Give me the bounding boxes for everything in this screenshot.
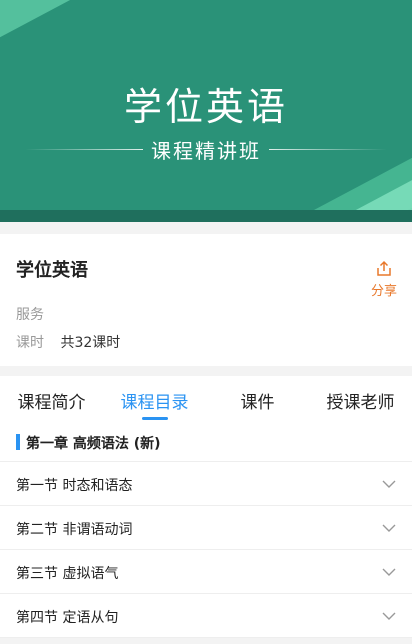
chevron-down-icon xyxy=(382,568,396,576)
chapter-title: 第一章 高频语法 (新) xyxy=(26,436,161,452)
banner-title: 学位英语 xyxy=(123,85,288,129)
course-info-card: 学位英语 分享 服务 课时 共32课时 xyxy=(0,234,412,366)
share-button[interactable]: 分享 xyxy=(370,260,398,299)
tab-teachers[interactable]: 授课老师 xyxy=(309,376,412,422)
banner-divider-left xyxy=(25,148,143,150)
chevron-down-icon xyxy=(382,612,396,620)
banner-bottom-band xyxy=(0,210,412,222)
banner-divider-right xyxy=(269,148,387,150)
section-title: 第一节 时态和语态 xyxy=(16,478,133,494)
tab-catalog[interactable]: 课程目录 xyxy=(103,376,206,422)
chapter-header[interactable]: 第一章 高频语法 (新) xyxy=(0,422,412,462)
course-tabs: 课程简介 课程目录 课件 授课老师 xyxy=(0,376,412,422)
banner-decoration xyxy=(0,0,88,43)
hours-value: 共32课时 xyxy=(60,335,121,351)
service-label: 服务 xyxy=(16,307,44,323)
banner-subtitle-wrap: 课程精讲班 xyxy=(0,136,412,163)
hours-label: 课时 xyxy=(16,335,44,351)
section-item[interactable]: 第三节 虚拟语气 xyxy=(0,550,412,594)
tab-courseware[interactable]: 课件 xyxy=(206,376,309,422)
share-label: 分享 xyxy=(370,284,397,299)
course-banner: 学位英语 课程精讲班 xyxy=(0,0,412,222)
section-title: 第四节 定语从句 xyxy=(16,610,119,626)
banner-subtitle: 课程精讲班 xyxy=(151,138,261,163)
section-title: 第二节 非谓语动词 xyxy=(16,522,133,538)
service-row: 服务 xyxy=(16,304,56,324)
chapter-marker xyxy=(16,434,20,450)
section-item[interactable]: 第一节 时态和语态 xyxy=(0,462,412,506)
section-item[interactable]: 第二节 非谓语动词 xyxy=(0,506,412,550)
chevron-down-icon xyxy=(382,524,396,532)
course-page: 学位英语 课程精讲班 学位英语 分享 服务 课时 共32课时 课程简介 课程目录… xyxy=(0,0,412,644)
section-item[interactable]: 第四节 定语从句 xyxy=(0,594,412,638)
hours-row: 课时 共32课时 xyxy=(16,332,120,352)
share-icon xyxy=(377,260,391,276)
chevron-down-icon xyxy=(382,480,396,488)
tab-intro[interactable]: 课程简介 xyxy=(0,376,103,422)
section-title: 第三节 虚拟语气 xyxy=(16,566,119,582)
course-name: 学位英语 xyxy=(16,260,88,281)
